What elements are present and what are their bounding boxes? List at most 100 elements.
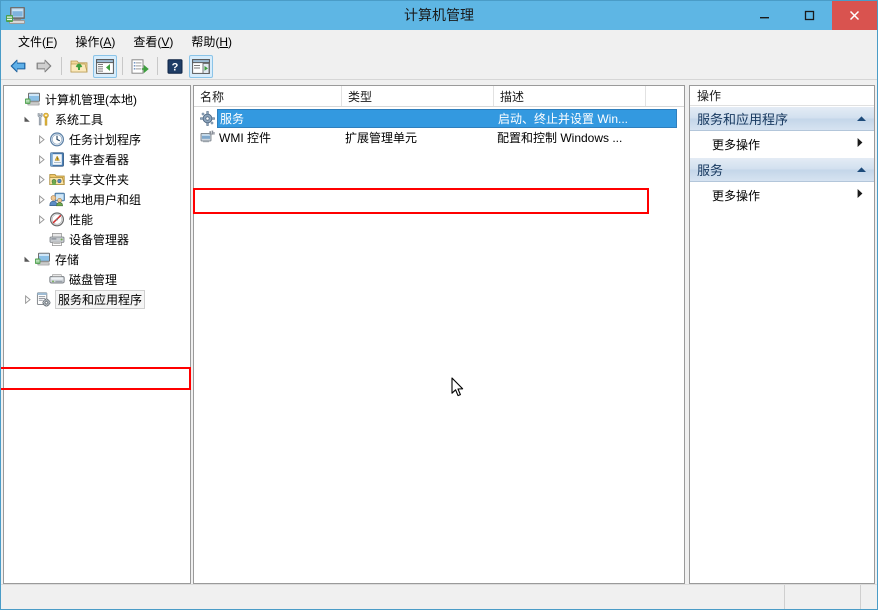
menu-bar: 文件(F) 操作(A) 查看(V) 帮助(H) [1, 30, 877, 53]
chevron-up-icon[interactable] [856, 162, 867, 177]
column-header-label: 名称 [200, 89, 225, 104]
tree-item-label: 计算机管理(本地) [45, 92, 137, 107]
tree-item-label: 性能 [69, 212, 94, 227]
tree-item-device-manager[interactable]: 设备管理器 [4, 229, 190, 249]
tree-item-system-tools[interactable]: 系统工具 [4, 109, 190, 129]
tree-item-event-viewer[interactable]: 事件查看器 [4, 149, 190, 169]
close-button[interactable] [832, 1, 877, 30]
maximize-button[interactable] [787, 1, 832, 30]
tree-item-label: 磁盘管理 [69, 272, 118, 287]
results-list-pane[interactable]: 名称 类型 描述 服务 启动、终止并设置 Win... WMI 控件 扩展管理单… [193, 85, 685, 584]
column-header-label: 描述 [500, 89, 525, 104]
column-header-label: 类型 [348, 89, 373, 104]
tree-item-storage[interactable]: 存储 [4, 249, 190, 269]
list-row-selection[interactable]: 服务 启动、终止并设置 Win... [217, 109, 677, 128]
action-item-more-actions-services[interactable]: 更多操作 [690, 182, 874, 208]
tree-item-label: 本地用户和组 [69, 192, 142, 207]
toolbar-separator-2 [122, 57, 123, 75]
wmi-control-icon [197, 129, 217, 147]
show-hide-console-tree-icon[interactable] [93, 54, 117, 78]
actions-pane[interactable]: 操作 服务和应用程序 更多操作 服务 更多操作 [689, 85, 875, 584]
column-header-type[interactable]: 类型 [342, 86, 494, 106]
minimize-button[interactable] [742, 1, 787, 30]
console-tree-pane[interactable]: 计算机管理(本地) 系统工具 任务计划程序 事件查看器 共享文件夹 本地用户和组… [3, 85, 191, 584]
computer-management-window: 计算机管理 文件(F) 操作(A) 查看(V) 帮助(H) ? 计算机管理(本地… [0, 0, 878, 610]
tree-item-label: 存储 [55, 252, 80, 267]
device-manager-icon [48, 230, 66, 248]
menu-action[interactable]: 操作(A) [66, 31, 124, 52]
actions-group-label: 服务 [697, 163, 724, 178]
task-scheduler-clock-icon [48, 130, 66, 148]
menu-help[interactable]: 帮助(H) [182, 31, 241, 52]
chevron-up-icon[interactable] [856, 111, 867, 126]
services-applications-icon [34, 290, 52, 308]
menu-view[interactable]: 查看(V) [124, 31, 182, 52]
tree-item-label: 服务和应用程序 [55, 289, 146, 309]
tree-item-performance[interactable]: 性能 [4, 209, 190, 229]
column-header-description[interactable]: 描述 [494, 86, 646, 106]
cell-type: 扩展管理单元 [345, 131, 418, 145]
expander-collapsed-icon[interactable] [34, 129, 48, 149]
chevron-right-icon[interactable] [856, 188, 864, 202]
local-users-groups-icon [48, 190, 66, 208]
cell-name: 服务 [220, 112, 245, 126]
expander-expanded-icon[interactable] [20, 249, 34, 269]
tree-item-label: 系统工具 [55, 112, 104, 127]
status-bar-main-segment [1, 585, 785, 609]
tree-item-shared-folders[interactable]: 共享文件夹 [4, 169, 190, 189]
forward-icon[interactable] [32, 55, 56, 78]
title-bar[interactable]: 计算机管理 [1, 1, 877, 30]
list-row[interactable]: WMI 控件 扩展管理单元 配置和控制 Windows ... [194, 128, 684, 147]
expander-collapsed-icon[interactable] [34, 149, 48, 169]
tree-item-computer-management[interactable]: 计算机管理(本地) [4, 89, 190, 109]
back-icon[interactable] [6, 55, 30, 78]
performance-gauge-icon [48, 210, 66, 228]
list-column-header-row: 名称 类型 描述 [194, 86, 684, 107]
list-row[interactable]: 服务 启动、终止并设置 Win... [194, 109, 684, 128]
tree-item-label: 事件查看器 [69, 152, 130, 167]
disk-management-icon [48, 270, 66, 288]
action-item-label: 更多操作 [712, 188, 761, 203]
system-tools-icon [34, 110, 52, 128]
up-folder-icon[interactable] [67, 55, 91, 78]
toolbar-separator-3 [157, 57, 158, 75]
chevron-right-icon[interactable] [856, 137, 864, 151]
column-header-filler [646, 86, 684, 106]
cell-name: WMI 控件 [219, 131, 271, 145]
no-expander [34, 229, 48, 249]
tree-item-label: 设备管理器 [69, 232, 130, 247]
expander-expanded-icon[interactable] [20, 109, 34, 129]
shared-folders-icon [48, 170, 66, 188]
no-expander [10, 89, 24, 109]
actions-group-header-services-and-applications[interactable]: 服务和应用程序 [690, 106, 874, 131]
tree-item-disk-management[interactable]: 磁盘管理 [4, 269, 190, 289]
status-bar-segment-3 [861, 585, 877, 609]
cell-description: 配置和控制 Windows ... [497, 131, 623, 145]
column-header-name[interactable]: 名称 [194, 86, 342, 106]
tree-item-task-scheduler[interactable]: 任务计划程序 [4, 129, 190, 149]
actions-group-label: 服务和应用程序 [697, 112, 789, 127]
tree-item-label: 共享文件夹 [69, 172, 130, 187]
list-row-selection[interactable]: WMI 控件 扩展管理单元 配置和控制 Windows ... [217, 128, 677, 147]
toolbar: ? [1, 53, 877, 80]
tree-item-local-users-and-groups[interactable]: 本地用户和组 [4, 189, 190, 209]
toolbar-separator [61, 57, 62, 75]
action-item-more-actions-services-and-applications[interactable]: 更多操作 [690, 131, 874, 157]
expander-collapsed-icon[interactable] [20, 289, 34, 309]
cell-description: 启动、终止并设置 Win... [498, 112, 629, 126]
storage-icon [34, 250, 52, 268]
expander-collapsed-icon[interactable] [34, 169, 48, 189]
expander-collapsed-icon[interactable] [34, 189, 48, 209]
export-list-icon[interactable] [128, 55, 152, 78]
svg-text:?: ? [172, 61, 179, 73]
action-item-label: 更多操作 [712, 137, 761, 152]
menu-file[interactable]: 文件(F) [9, 31, 66, 52]
expander-collapsed-icon[interactable] [34, 209, 48, 229]
event-viewer-icon [48, 150, 66, 168]
tree-item-services-and-applications[interactable]: 服务和应用程序 [4, 289, 190, 309]
computer-management-icon [6, 6, 28, 26]
help-icon[interactable]: ? [163, 55, 187, 78]
actions-group-header-services[interactable]: 服务 [690, 157, 874, 182]
show-action-pane-icon[interactable] [189, 54, 213, 78]
main-content: 计算机管理(本地) 系统工具 任务计划程序 事件查看器 共享文件夹 本地用户和组… [1, 81, 877, 584]
